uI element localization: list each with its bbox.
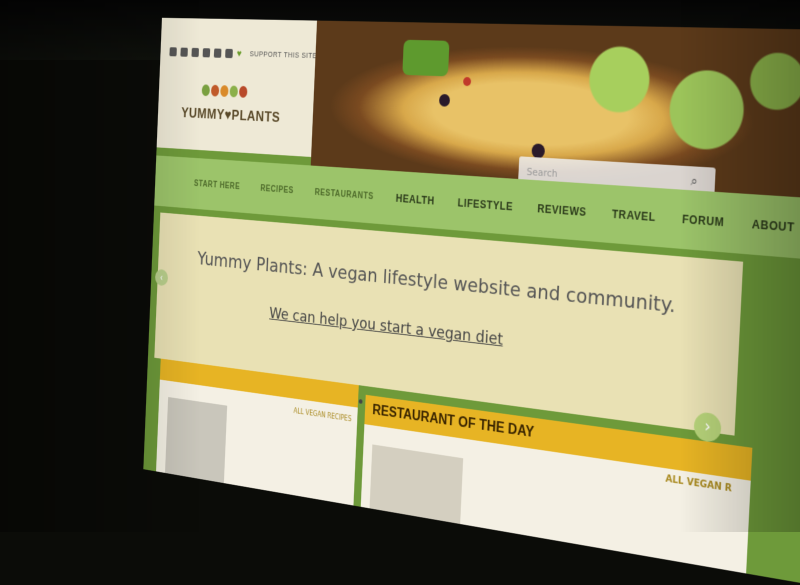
social-links: ♥ SUPPORT THIS SITE — [169, 46, 317, 62]
nav-recipes[interactable]: RECIPES — [260, 184, 294, 196]
hero-link[interactable]: We can help you start a vegan diet — [269, 304, 503, 349]
search-input[interactable]: Search — [526, 165, 557, 179]
browser-screen: ♥ SUPPORT THIS SITE YUMMY♥PLANTS Search … — [143, 17, 800, 585]
nav-health[interactable]: HEALTH — [396, 192, 435, 207]
site-logo[interactable]: YUMMY♥PLANTS — [180, 84, 283, 155]
recipe-card-badge[interactable]: ALL VEGAN RECIPES — [293, 407, 351, 423]
restaurant-thumbnail[interactable] — [369, 444, 464, 530]
nav-restaurants[interactable]: RESTAURANTS — [315, 188, 374, 202]
restaurant-card-badge[interactable]: ALL VEGAN R — [665, 474, 732, 494]
shop-icon[interactable] — [225, 48, 233, 58]
instagram-icon[interactable] — [202, 47, 211, 58]
nav-about[interactable]: ABOUT — [751, 218, 794, 235]
heart-icon: ♥ — [236, 47, 242, 60]
nav-lifestyle[interactable]: LIFESTYLE — [457, 197, 513, 214]
facebook-icon[interactable] — [180, 47, 188, 57]
recipe-card: ALL VEGAN RECIPES — [155, 358, 359, 515]
slider-prev-icon[interactable]: ‹ — [154, 268, 169, 287]
pinterest-icon[interactable] — [191, 47, 200, 57]
nav-start-here[interactable]: START HERE — [194, 179, 240, 191]
nav-forum[interactable]: FORUM — [682, 213, 725, 230]
nav-travel[interactable]: TRAVEL — [612, 208, 656, 224]
twitter-icon[interactable] — [169, 46, 177, 56]
support-link[interactable]: SUPPORT THIS SITE — [249, 49, 317, 59]
rss-icon[interactable] — [213, 48, 222, 58]
vegetables-logo-icon — [201, 84, 248, 98]
nav-reviews[interactable]: REVIEWS — [537, 202, 587, 218]
recipe-thumbnail[interactable] — [164, 397, 228, 489]
slider-next-icon[interactable]: › — [693, 411, 722, 444]
logo-wordmark: YUMMY♥PLANTS — [180, 104, 281, 126]
